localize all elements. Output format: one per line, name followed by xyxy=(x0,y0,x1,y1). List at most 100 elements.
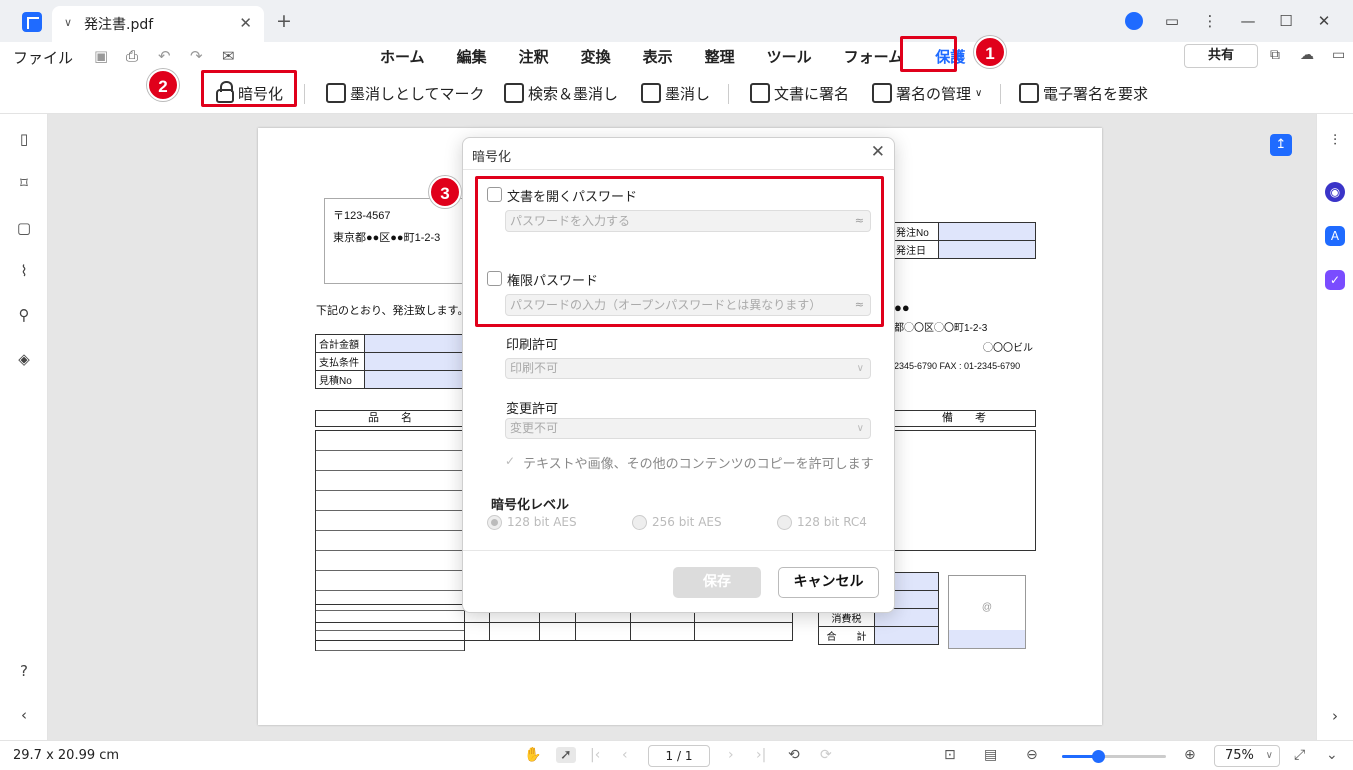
stamp-mark: @ xyxy=(981,602,993,613)
cancel-button[interactable]: キャンセル xyxy=(778,567,879,598)
level-256-aes-label: 256 bit AES xyxy=(652,515,722,529)
translate-icon[interactable]: A xyxy=(1325,226,1345,246)
prev-page-icon[interactable]: ‹ xyxy=(622,747,628,763)
save-button[interactable]: 保存 xyxy=(673,567,761,598)
print-permission-select[interactable]: 印刷不可 ∨ xyxy=(505,358,871,379)
maximize-button[interactable]: ☐ xyxy=(1267,8,1305,34)
mail-icon[interactable]: ✉ xyxy=(222,47,235,65)
attachment-icon[interactable]: ⌇ xyxy=(15,262,33,280)
permission-password-placeholder: パスワードの入力（オープンパスワードとは異なります） xyxy=(510,298,822,312)
print-permission-label: 印刷許可 xyxy=(506,338,559,353)
menu-protect[interactable]: 保護 xyxy=(919,45,981,69)
rotate-right-icon[interactable]: ⟳ xyxy=(820,747,832,763)
new-tab-button[interactable]: + xyxy=(276,10,292,32)
account-icon[interactable] xyxy=(1125,12,1143,30)
cloud-upload-icon[interactable]: ☁ xyxy=(1300,47,1314,63)
zoom-knob[interactable] xyxy=(1092,750,1106,763)
menu-edit[interactable]: 編集 xyxy=(441,45,503,69)
change-permission-label: 変更許可 xyxy=(506,402,559,417)
toolbar-divider xyxy=(1000,84,1001,104)
redact-icon xyxy=(641,83,661,103)
feedback-icon[interactable]: ▭ xyxy=(1153,8,1191,34)
minimize-button[interactable]: — xyxy=(1229,8,1267,34)
open-password-input[interactable]: パスワードを入力する ≈ xyxy=(505,210,871,232)
expand-icon[interactable]: ⌄ xyxy=(1326,747,1338,763)
layers-icon[interactable]: ◈ xyxy=(15,350,33,368)
encrypt-button[interactable]: 暗号化 xyxy=(216,78,283,108)
ai-assistant-icon[interactable]: ◉ xyxy=(1325,182,1345,202)
menu-convert[interactable]: 変換 xyxy=(565,45,627,69)
sign-icon xyxy=(750,83,770,103)
last-page-icon[interactable]: ›| xyxy=(756,747,766,763)
page-thumbnail-icon[interactable]: ▯ xyxy=(15,130,33,148)
mark-redact-button[interactable]: 墨消しとしてマーク xyxy=(326,78,485,108)
close-icon[interactable]: ✕ xyxy=(871,142,885,162)
level-radio-128-rc4[interactable] xyxy=(777,515,792,530)
close-tab-icon[interactable]: ✕ xyxy=(239,14,252,32)
menu-tools[interactable]: ツール xyxy=(751,45,828,69)
fit-page-icon[interactable]: ⊡ xyxy=(944,747,956,763)
undo-icon[interactable]: ↶ xyxy=(158,47,171,65)
change-permission-select[interactable]: 変更不可 ∨ xyxy=(505,418,871,439)
step-badge-3: 3 xyxy=(429,176,461,208)
manage-signature-icon xyxy=(872,83,892,103)
redo-icon[interactable]: ↷ xyxy=(190,47,203,65)
hand-tool-icon[interactable]: ✋ xyxy=(524,747,541,763)
menu-organize[interactable]: 整理 xyxy=(689,45,751,69)
bookmark-icon[interactable]: ⌑ xyxy=(15,174,33,192)
copy-permission-label: テキストや画像、その他のコンテンツのコピーを許可します xyxy=(523,457,874,472)
redact-button[interactable]: 墨消し xyxy=(641,78,710,108)
print-icon[interactable]: ⎙ xyxy=(126,47,138,65)
level-radio-128-aes[interactable] xyxy=(487,515,502,530)
zoom-slider[interactable] xyxy=(1062,750,1166,763)
level-radio-256-aes[interactable] xyxy=(632,515,647,530)
page-layout-icon[interactable]: ▤ xyxy=(984,747,997,763)
window-controls: ▭ ⋮ — ☐ ✕ xyxy=(1115,8,1343,34)
sign-document-button[interactable]: 文書に署名 xyxy=(750,78,849,108)
zoom-out-icon[interactable]: ⊖ xyxy=(1026,747,1038,763)
menu-view[interactable]: 表示 xyxy=(627,45,689,69)
permission-password-input[interactable]: パスワードの入力（オープンパスワードとは異なります） ≈ xyxy=(505,294,871,316)
review-icon[interactable]: ✓ xyxy=(1325,270,1345,290)
hide-password-icon[interactable]: ≈ xyxy=(855,211,864,231)
request-esignature-button[interactable]: 電子署名を要求 xyxy=(1019,78,1148,108)
close-window-button[interactable]: ✕ xyxy=(1305,8,1343,34)
share-button[interactable]: 共有 xyxy=(1184,44,1258,68)
zoom-in-icon[interactable]: ⊕ xyxy=(1184,747,1196,763)
menu-form[interactable]: フォーム xyxy=(828,45,920,69)
upload-icon[interactable]: ↥ xyxy=(1270,134,1292,156)
fullscreen-icon[interactable]: ⤢ xyxy=(1294,747,1305,763)
hierarchy-icon[interactable]: ⧉ xyxy=(1270,47,1280,63)
rotate-icon[interactable]: ⟲ xyxy=(788,747,800,763)
comment-icon[interactable]: ▢ xyxy=(15,219,33,237)
document-tab[interactable]: ∨ 発注書.pdf ✕ xyxy=(52,6,264,42)
menu-annotate[interactable]: 注釈 xyxy=(503,45,565,69)
note-column-header: 備 考 xyxy=(892,410,1036,427)
zoom-level-select[interactable]: 75% ∨ xyxy=(1214,745,1280,767)
manage-signatures-button[interactable]: 署名の管理 ∨ xyxy=(872,78,982,108)
search-redact-button[interactable]: 検索＆墨消し xyxy=(504,78,618,108)
file-menu[interactable]: ファイル xyxy=(13,47,73,68)
hide-password-icon[interactable]: ≈ xyxy=(855,295,864,315)
page-number-input[interactable]: 1 / 1 xyxy=(648,745,710,767)
copy-permission-check-icon[interactable]: ✓ xyxy=(505,454,515,468)
help-icon[interactable]: ? xyxy=(15,662,33,680)
chevron-down-icon: ∨ xyxy=(856,363,864,374)
collapse-right-icon[interactable]: › xyxy=(1325,706,1345,726)
field-label: 発注No xyxy=(892,222,939,241)
panel-icon[interactable]: ▭ xyxy=(1332,47,1345,63)
collapse-left-icon[interactable]: ‹ xyxy=(15,706,33,724)
chevron-down-icon[interactable]: ∨ xyxy=(64,16,72,29)
more-menu-icon[interactable]: ⋮ xyxy=(1191,8,1229,34)
search-icon[interactable]: ⚲ xyxy=(15,306,33,324)
first-page-icon[interactable]: |‹ xyxy=(590,747,600,763)
page-dimensions: 29.7 x 20.99 cm xyxy=(13,748,120,763)
sender-building: ◯〇〇ビル xyxy=(983,343,1033,354)
next-page-icon[interactable]: › xyxy=(728,747,734,763)
open-password-checkbox[interactable] xyxy=(487,187,502,202)
select-tool-icon[interactable]: ➚ xyxy=(556,747,576,763)
permission-password-checkbox[interactable] xyxy=(487,271,502,286)
menu-home[interactable]: ホーム xyxy=(364,45,441,69)
save-icon[interactable]: ▣ xyxy=(94,47,108,65)
properties-icon[interactable]: ⫶ xyxy=(1325,130,1345,150)
